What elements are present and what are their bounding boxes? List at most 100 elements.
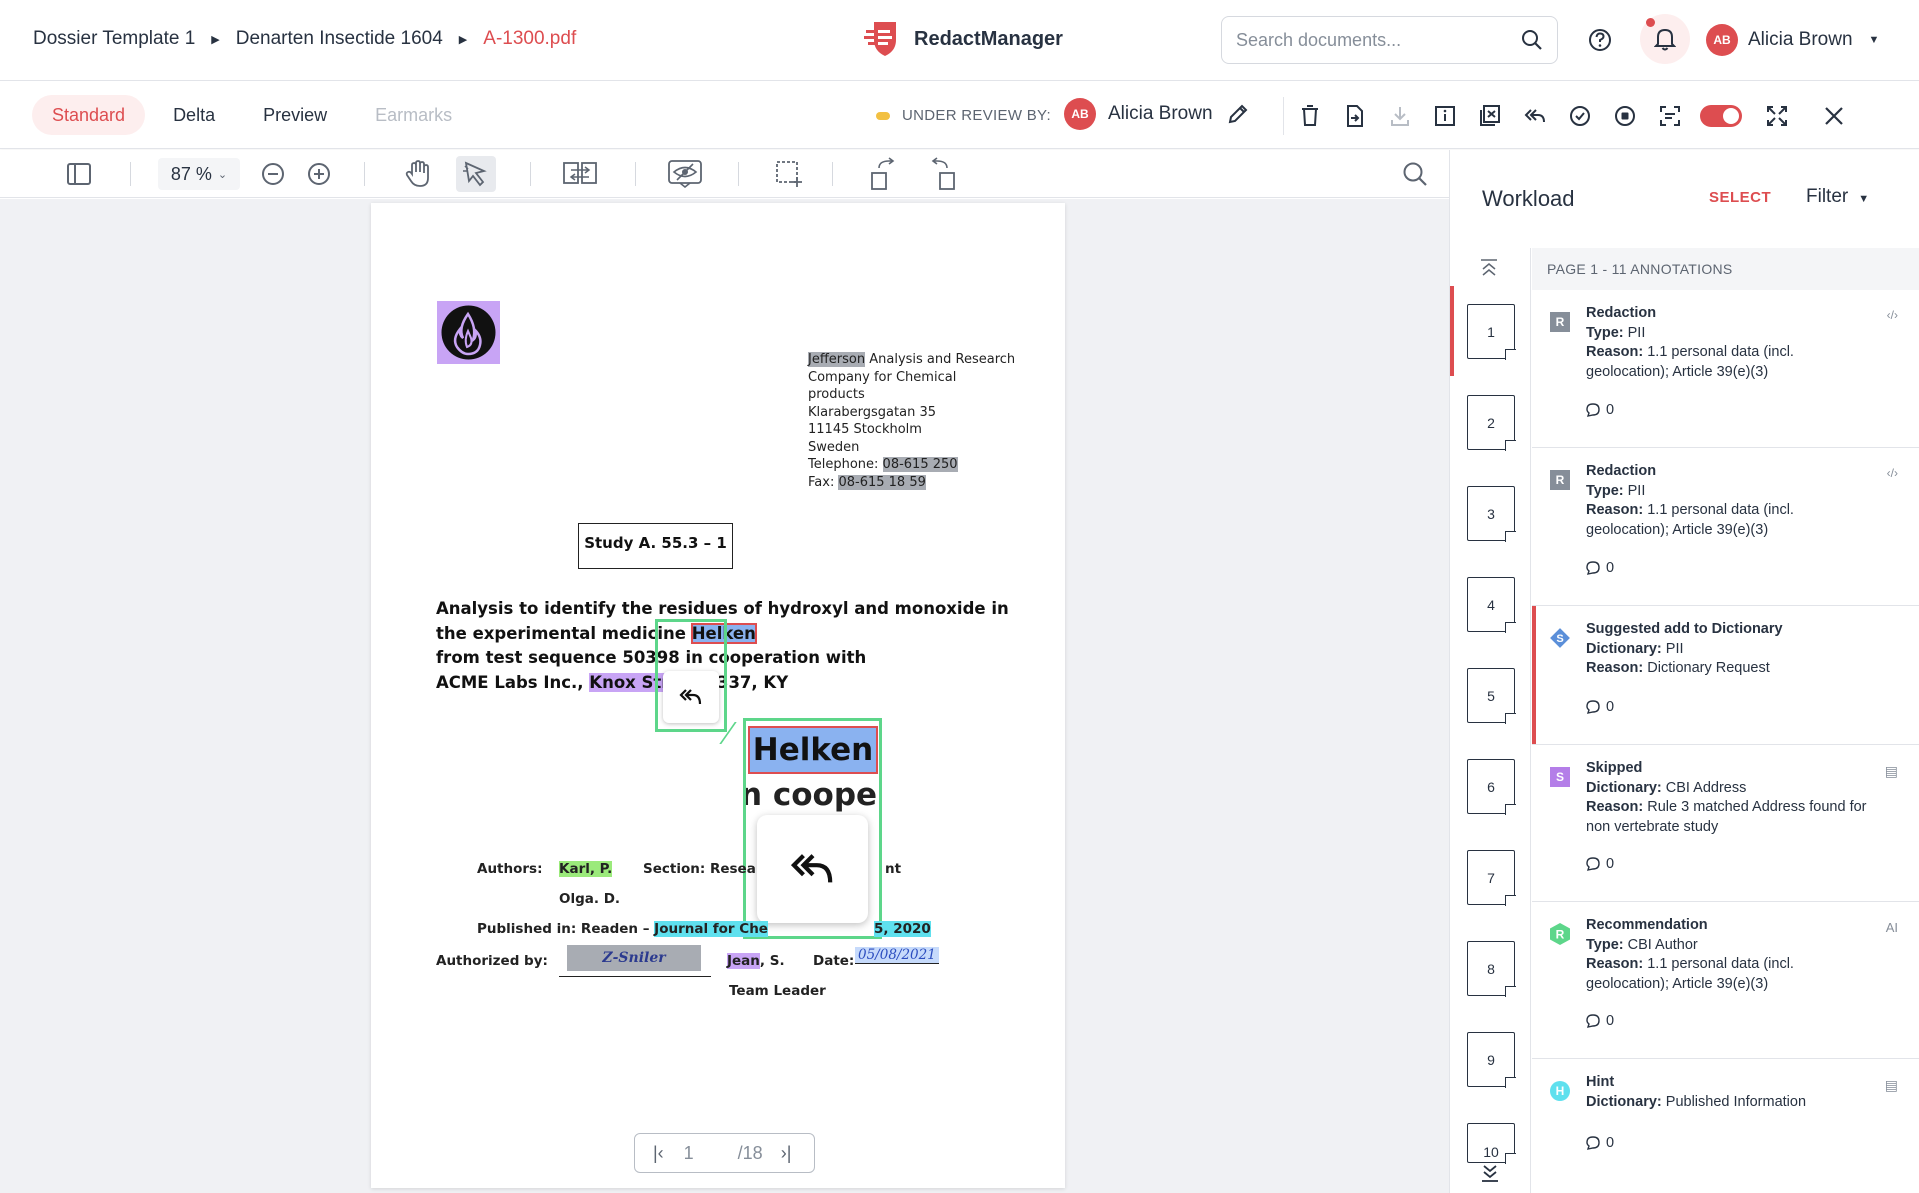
search-input[interactable] bbox=[1236, 29, 1506, 51]
stop-button[interactable] bbox=[1602, 101, 1647, 131]
breadcrumb-file[interactable]: A-1300.pdf bbox=[483, 28, 576, 50]
filter-dropdown[interactable]: Filter ▼ bbox=[1806, 186, 1869, 208]
breadcrumb-dossier[interactable]: Denarten Insectide 1604 bbox=[236, 28, 443, 50]
area-redaction-button[interactable] bbox=[774, 156, 804, 192]
redacted-company-name[interactable]: Jefferson bbox=[808, 352, 866, 367]
page-thumbnail[interactable]: 9 bbox=[1467, 1032, 1516, 1088]
tab-delta[interactable]: Delta bbox=[153, 95, 235, 135]
author-highlight[interactable]: Karl, P. bbox=[559, 861, 613, 877]
published-date-highlight[interactable]: 5, 2020 bbox=[874, 921, 931, 937]
redacted-telephone[interactable]: 08-615 250 bbox=[882, 457, 958, 472]
comments-count[interactable]: 0 bbox=[1586, 1013, 1614, 1029]
pdf-page[interactable]: Jefferson Analysis and Research Company … bbox=[371, 203, 1065, 1188]
page-thumbnail[interactable]: 1 bbox=[1467, 304, 1516, 360]
select-button[interactable]: SELECT bbox=[1709, 189, 1771, 206]
pan-tool-button[interactable] bbox=[403, 156, 433, 192]
flame-logo-icon bbox=[441, 305, 496, 360]
annotation-author: Karl, P. bbox=[559, 861, 613, 877]
comments-count[interactable]: 0 bbox=[1586, 699, 1614, 715]
exclude-pages-button[interactable] bbox=[1467, 101, 1512, 131]
tab-standard[interactable]: Standard bbox=[32, 95, 146, 135]
area-select-icon bbox=[776, 161, 802, 187]
show-redactions-toggle[interactable] bbox=[1700, 105, 1742, 127]
approve-button[interactable] bbox=[1557, 101, 1602, 131]
zoom-in-button[interactable] bbox=[304, 156, 334, 192]
page-thumbnail[interactable]: 4 bbox=[1467, 577, 1516, 633]
rotate-left-button[interactable] bbox=[868, 156, 898, 192]
toggle-thumbnails-button[interactable] bbox=[64, 156, 94, 192]
user-menu[interactable]: AB Alicia Brown ▼ bbox=[1706, 24, 1879, 56]
annotation-date[interactable]: 05/08/2021 bbox=[855, 947, 939, 963]
help-button[interactable] bbox=[1587, 27, 1613, 58]
signature-field: Z-Sniler bbox=[559, 945, 711, 977]
rotate-right-icon bbox=[931, 157, 955, 190]
edit-reviewer-icon[interactable] bbox=[1225, 101, 1251, 127]
study-box: Study A. 55.3 – 1 bbox=[578, 523, 733, 569]
close-document-button[interactable] bbox=[1811, 101, 1856, 131]
page-thumbnail[interactable]: 8 bbox=[1467, 941, 1516, 997]
notifications-button[interactable] bbox=[1640, 14, 1690, 64]
toggle-hidden-button[interactable] bbox=[668, 156, 702, 192]
search-icon[interactable] bbox=[1521, 29, 1543, 51]
redacted-fax[interactable]: 08-615 18 59 bbox=[838, 474, 926, 490]
magnified-undo-button[interactable] bbox=[757, 815, 868, 923]
page-thumbnail[interactable]: 6 bbox=[1467, 759, 1516, 815]
undo-annotation-button[interactable] bbox=[663, 671, 719, 723]
annotation-card[interactable]: S Skipped Dictionary: CBI Address Reason… bbox=[1532, 745, 1919, 902]
search-in-document-button[interactable] bbox=[1400, 156, 1430, 192]
brand-name: RedactManager bbox=[914, 27, 1063, 50]
fullscreen-button[interactable] bbox=[1754, 101, 1799, 131]
document-info-button[interactable] bbox=[1422, 101, 1467, 131]
export-button[interactable] bbox=[1332, 101, 1377, 131]
annotation-card[interactable]: R Redaction Type: PII Reason: 1.1 person… bbox=[1532, 290, 1919, 448]
document-search[interactable] bbox=[1221, 16, 1558, 64]
delete-button[interactable] bbox=[1287, 101, 1332, 131]
title-text: the experimental medicine bbox=[436, 623, 692, 643]
page-thumbnail[interactable]: 10 bbox=[1467, 1123, 1516, 1164]
last-page-icon[interactable]: ›| bbox=[781, 1143, 792, 1164]
redacted-signature[interactable]: Z-Sniler bbox=[567, 945, 701, 971]
undo-all-button[interactable] bbox=[1512, 101, 1557, 131]
ocr-button[interactable] bbox=[1647, 101, 1692, 131]
zoom-out-button[interactable] bbox=[258, 156, 288, 192]
annotation-card-selected[interactable]: S Suggested add to Dictionary Dictionary… bbox=[1532, 606, 1919, 745]
tab-preview[interactable]: Preview bbox=[243, 95, 347, 135]
rotate-right-button[interactable] bbox=[928, 156, 958, 192]
hint-badge: H bbox=[1550, 1081, 1570, 1101]
compare-button[interactable] bbox=[563, 156, 597, 192]
signer: Jean, S. bbox=[727, 953, 785, 969]
comment-count: 0 bbox=[1606, 560, 1615, 576]
current-page-input[interactable]: 1 bbox=[684, 1143, 724, 1164]
annotation-card[interactable]: R Redaction Type: PII Reason: 1.1 person… bbox=[1532, 448, 1919, 606]
scroll-top-button[interactable] bbox=[1478, 258, 1500, 283]
document-header-bar: Standard Delta Preview Earmarks UNDER RE… bbox=[0, 81, 1919, 149]
status-indicator bbox=[876, 111, 890, 120]
notification-dot bbox=[1646, 18, 1655, 27]
annotation-card[interactable]: H Hint Dictionary: Published Information… bbox=[1532, 1059, 1919, 1193]
scroll-bottom-button[interactable] bbox=[1479, 1163, 1501, 1188]
page-thumbnail[interactable]: 7 bbox=[1467, 850, 1516, 906]
annotation-journal[interactable]: Journal for Che bbox=[654, 921, 768, 937]
annotation-dictionary: Dictionary: Published Information bbox=[1586, 1093, 1807, 1110]
page-thumbnail[interactable]: 2 bbox=[1467, 395, 1516, 451]
download-icon bbox=[1390, 107, 1409, 126]
select-tool-button[interactable] bbox=[456, 156, 496, 192]
document-logo[interactable] bbox=[437, 301, 500, 364]
brand-logo[interactable]: RedactManager bbox=[862, 20, 1063, 58]
title-line: Analysis to identify the residues of hyd… bbox=[436, 599, 1009, 618]
comments-count[interactable]: 0 bbox=[1586, 856, 1614, 872]
chevron-down-icon: ▼ bbox=[1868, 34, 1880, 46]
annotation-signer[interactable]: Jean bbox=[727, 953, 760, 969]
annotation-card[interactable]: R Recommendation Type: CBI Author Reason… bbox=[1532, 902, 1919, 1059]
comments-count[interactable]: 0 bbox=[1586, 402, 1614, 418]
comments-count[interactable]: 0 bbox=[1586, 560, 1614, 576]
page-thumbnail[interactable]: 3 bbox=[1467, 486, 1516, 542]
page-thumbnail[interactable]: 5 bbox=[1467, 668, 1516, 724]
zoom-select[interactable]: 87 % ⌄ bbox=[158, 158, 240, 190]
comments-count[interactable]: 0 bbox=[1586, 1135, 1614, 1151]
annotation-title: Skipped bbox=[1586, 760, 1643, 776]
document-icon: ▤ bbox=[1884, 763, 1898, 779]
breadcrumb-dossier-template[interactable]: Dossier Template 1 bbox=[33, 28, 195, 50]
scan-icon bbox=[1659, 106, 1680, 126]
first-page-icon[interactable]: |‹ bbox=[653, 1143, 664, 1164]
